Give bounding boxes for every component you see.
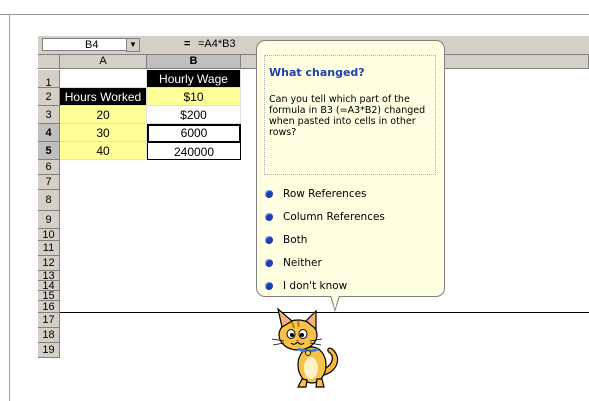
radio-bullet-icon [265,282,273,290]
name-box[interactable]: B4 [42,38,138,51]
cell-a3[interactable]: 20 [60,106,147,124]
radio-bullet-icon [265,259,273,267]
cat-assistant-icon[interactable] [272,305,348,389]
chevron-down-icon[interactable]: ▼ [126,38,140,52]
row-header-18[interactable]: 18 [38,328,60,343]
option-neither[interactable]: Neither [265,257,322,269]
cell-a1[interactable] [60,70,147,88]
row-header-7[interactable]: 7 [38,175,60,190]
option-label: Neither [283,257,322,269]
option-column-references[interactable]: Column References [265,211,385,223]
row-header-15[interactable]: 15 [38,291,60,302]
row-header-17[interactable]: 17 [38,313,60,328]
question-box: What changed? Can you tell which part of… [264,55,436,175]
assistant-bubble: What changed? Can you tell which part of… [256,40,445,297]
row-header-10[interactable]: 10 [38,229,60,241]
row-header-8[interactable]: 8 [38,190,60,211]
row-header-5[interactable]: 5 [38,142,60,160]
row-header-11[interactable]: 11 [38,241,60,256]
cell-b1[interactable]: Hourly Wage [147,70,241,88]
row-header-4[interactable]: 4 [38,124,60,142]
formula-text[interactable]: =A4*B3 [198,38,236,50]
radio-bullet-icon [265,236,273,244]
cell-a2[interactable]: Hours Worked [60,88,147,106]
cell-b2[interactable]: $10 [147,88,241,106]
row-header-9[interactable]: 9 [38,211,60,229]
bubble-question: Can you tell which part of the formula i… [269,94,426,138]
bubble-title: What changed? [269,66,365,79]
cell-b4[interactable]: 6000 [147,124,241,143]
cell-b5[interactable]: 240000 [147,142,241,160]
row-header-12[interactable]: 12 [38,256,60,271]
row-header-16[interactable]: 16 [38,301,60,313]
option-label: Both [283,234,308,246]
column-header-a[interactable]: A [60,55,147,69]
radio-bullet-icon [265,190,273,198]
row-header-2[interactable]: 2 [38,88,60,106]
row-header-3[interactable]: 3 [38,106,60,124]
row-header-1[interactable]: 1 [38,70,60,89]
top-frame [0,0,589,15]
option-both[interactable]: Both [265,234,307,246]
cell-a4[interactable]: 30 [60,124,147,142]
option-label: Row References [283,188,367,200]
equals-sign: = [184,38,191,50]
option-label: I don't know [283,280,348,292]
option-i-dont-know[interactable]: I don't know [265,280,347,292]
select-all-corner[interactable] [38,55,60,69]
cell-a5[interactable]: 40 [60,142,147,160]
column-header-b[interactable]: B [147,55,241,69]
radio-bullet-icon [265,213,273,221]
option-row-references[interactable]: Row References [265,188,367,200]
row-header-19[interactable]: 19 [38,343,60,358]
option-label: Column References [283,211,385,223]
row-header-6[interactable]: 6 [38,160,60,175]
left-frame-line [9,14,10,401]
cell-b3[interactable]: $200 [147,106,241,124]
